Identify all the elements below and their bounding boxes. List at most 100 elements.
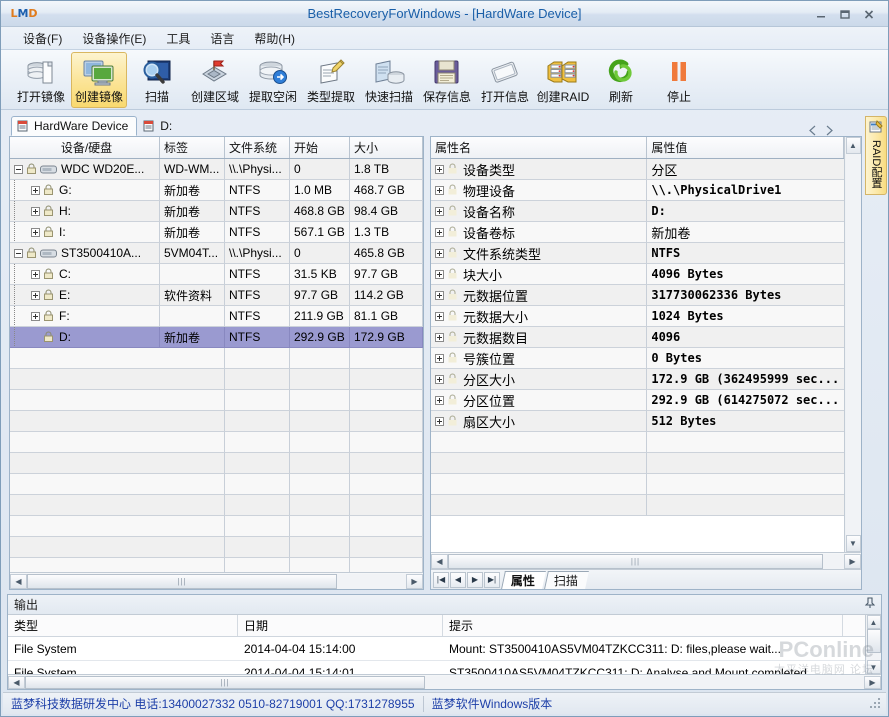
close-button[interactable] xyxy=(858,5,880,23)
scroll-down-icon[interactable]: ▼ xyxy=(866,660,881,674)
pane-tab-scan[interactable]: 扫描 xyxy=(544,570,589,589)
property-value-cell[interactable]: 分区 xyxy=(647,159,844,180)
table-row[interactable]: 元数据大小 1024 Bytes xyxy=(431,306,844,327)
table-row[interactable]: C: NTFS 31.5 KB 97.7 GB xyxy=(10,264,423,285)
device-name-cell[interactable]: I: xyxy=(10,222,160,243)
device-label-cell[interactable] xyxy=(160,306,225,327)
device-name-cell[interactable]: C: xyxy=(10,264,160,285)
scroll-track[interactable]: ||| xyxy=(25,675,864,689)
device-size-cell[interactable]: 468.7 GB xyxy=(350,180,423,201)
expand-node-icon[interactable] xyxy=(31,269,40,279)
property-value-cell[interactable]: 4096 Bytes xyxy=(647,264,844,285)
expand-node-icon[interactable] xyxy=(435,290,444,300)
device-filesystem-cell[interactable]: \\.\Physi... xyxy=(225,159,290,180)
property-value-cell[interactable]: D: xyxy=(647,201,844,222)
scroll-thumb[interactable]: ||| xyxy=(448,553,823,569)
property-name-cell[interactable]: 元数据数目 xyxy=(431,327,648,348)
scroll-right-icon[interactable]: ▶ xyxy=(864,675,881,689)
expand-node-icon[interactable] xyxy=(435,311,444,321)
table-row[interactable]: 号簇位置 0 Bytes xyxy=(431,348,844,369)
property-name-cell[interactable]: 分区位置 xyxy=(431,390,648,411)
scroll-track[interactable]: ||| xyxy=(27,573,406,589)
expand-node-icon[interactable] xyxy=(435,269,444,279)
expand-node-icon[interactable] xyxy=(435,206,444,216)
output-hscrollbar[interactable]: ◀ ||| ▶ xyxy=(8,674,881,689)
property-name-cell[interactable]: 设备名称 xyxy=(431,201,648,222)
table-row[interactable]: 扇区大小 512 Bytes xyxy=(431,411,844,432)
device-label-cell[interactable]: 新加卷 xyxy=(160,327,225,348)
device-name-cell[interactable]: WDC WD20E... xyxy=(10,159,160,180)
toolbar-button-create-image[interactable]: 创建镜像 xyxy=(71,52,127,108)
device-size-cell[interactable]: 97.7 GB xyxy=(350,264,423,285)
device-start-cell[interactable]: 97.7 GB xyxy=(290,285,350,306)
device-size-cell[interactable]: 1.3 TB xyxy=(350,222,423,243)
table-row[interactable]: WDC WD20E... WD-WM... \\.\Physi... 0 1.8 TB xyxy=(10,159,423,180)
output-column-header[interactable]: 日期 xyxy=(238,615,443,636)
scroll-left-icon[interactable]: ◀ xyxy=(8,675,25,689)
collapse-node-icon[interactable] xyxy=(14,248,23,258)
table-row[interactable]: 设备卷标 新加卷 xyxy=(431,222,844,243)
scroll-track[interactable] xyxy=(845,154,861,535)
expand-node-icon[interactable] xyxy=(435,248,444,258)
device-column-header[interactable]: 标签 xyxy=(160,137,225,158)
device-size-cell[interactable]: 81.1 GB xyxy=(350,306,423,327)
property-value-cell[interactable]: 新加卷 xyxy=(647,222,844,243)
property-grid-hscrollbar[interactable]: ◀ ||| ▶ xyxy=(431,552,861,569)
property-grid-vscrollbar[interactable]: ▲ ▼ xyxy=(844,137,861,552)
device-size-cell[interactable]: 114.2 GB xyxy=(350,285,423,306)
table-row[interactable]: 文件系统类型 NTFS xyxy=(431,243,844,264)
table-row[interactable]: 元数据数目 4096 xyxy=(431,327,844,348)
scroll-thumb[interactable]: ||| xyxy=(27,573,337,589)
document-tab-hardware-device[interactable]: HardWare Device xyxy=(11,116,138,136)
nav-first-button[interactable]: |◀ xyxy=(433,571,449,588)
device-filesystem-cell[interactable]: NTFS xyxy=(225,285,290,306)
property-name-cell[interactable]: 文件系统类型 xyxy=(431,243,648,264)
device-column-header[interactable]: 大小 xyxy=(350,137,423,158)
scroll-right-icon[interactable]: ▶ xyxy=(406,573,423,589)
device-label-cell[interactable]: 新加卷 xyxy=(160,222,225,243)
scroll-left-icon[interactable]: ◀ xyxy=(431,553,448,569)
device-start-cell[interactable]: 31.5 KB xyxy=(290,264,350,285)
device-size-cell[interactable]: 172.9 GB xyxy=(350,327,423,348)
expand-node-icon[interactable] xyxy=(31,185,40,195)
expand-node-icon[interactable] xyxy=(31,206,40,216)
device-label-cell[interactable]: WD-WM... xyxy=(160,159,225,180)
property-value-cell[interactable]: 317730062336 Bytes xyxy=(647,285,844,306)
table-row[interactable]: ST3500410A... 5VM04T... \\.\Physi... 0 465.8… xyxy=(10,243,423,264)
property-name-cell[interactable]: 设备卷标 xyxy=(431,222,648,243)
output-type-cell[interactable]: File System xyxy=(8,637,238,660)
table-row[interactable]: 分区大小 172.9 GB (362495999 sec... xyxy=(431,369,844,390)
property-name-cell[interactable]: 扇区大小 xyxy=(431,411,648,432)
tab-prev-icon[interactable] xyxy=(808,125,818,136)
output-date-cell[interactable]: 2014-04-04 15:14:00 xyxy=(238,637,443,660)
toolbar-button-save-info[interactable]: 保存信息 xyxy=(419,52,475,108)
maximize-button[interactable] xyxy=(834,5,856,23)
table-row[interactable]: E: 软件资料 NTFS 97.7 GB 114.2 GB xyxy=(10,285,423,306)
property-value-cell[interactable]: 512 Bytes xyxy=(647,411,844,432)
menu-item-language[interactable]: 语言 xyxy=(200,28,244,49)
table-row[interactable]: H: 新加卷 NTFS 468.8 GB 98.4 GB xyxy=(10,201,423,222)
minimize-button[interactable] xyxy=(810,5,832,23)
expand-node-icon[interactable] xyxy=(435,164,444,174)
property-name-cell[interactable]: 号簇位置 xyxy=(431,348,648,369)
device-name-cell[interactable]: D: xyxy=(10,327,160,348)
property-name-cell[interactable]: 元数据位置 xyxy=(431,285,648,306)
scroll-right-icon[interactable]: ▶ xyxy=(844,553,861,569)
collapse-node-icon[interactable] xyxy=(14,164,23,174)
device-grid-hscrollbar[interactable]: ◀ ||| ▶ xyxy=(10,572,423,589)
menu-item-tools[interactable]: 工具 xyxy=(156,28,200,49)
pin-icon[interactable] xyxy=(864,597,876,612)
device-size-cell[interactable]: 465.8 GB xyxy=(350,243,423,264)
device-start-cell[interactable]: 567.1 GB xyxy=(290,222,350,243)
menu-item-help[interactable]: 帮助(H) xyxy=(244,28,305,49)
property-value-cell[interactable]: 4096 xyxy=(647,327,844,348)
property-value-cell[interactable]: 0 Bytes xyxy=(647,348,844,369)
expand-node-icon[interactable] xyxy=(435,416,444,426)
device-label-cell[interactable]: 软件资料 xyxy=(160,285,225,306)
table-row[interactable]: 设备名称 D: xyxy=(431,201,844,222)
menu-item-device[interactable]: 设备(F) xyxy=(13,28,72,49)
device-label-cell[interactable]: 新加卷 xyxy=(160,180,225,201)
device-name-cell[interactable]: E: xyxy=(10,285,160,306)
property-column-header[interactable]: 属性值 xyxy=(647,137,844,158)
device-column-header[interactable]: 文件系统 xyxy=(225,137,290,158)
